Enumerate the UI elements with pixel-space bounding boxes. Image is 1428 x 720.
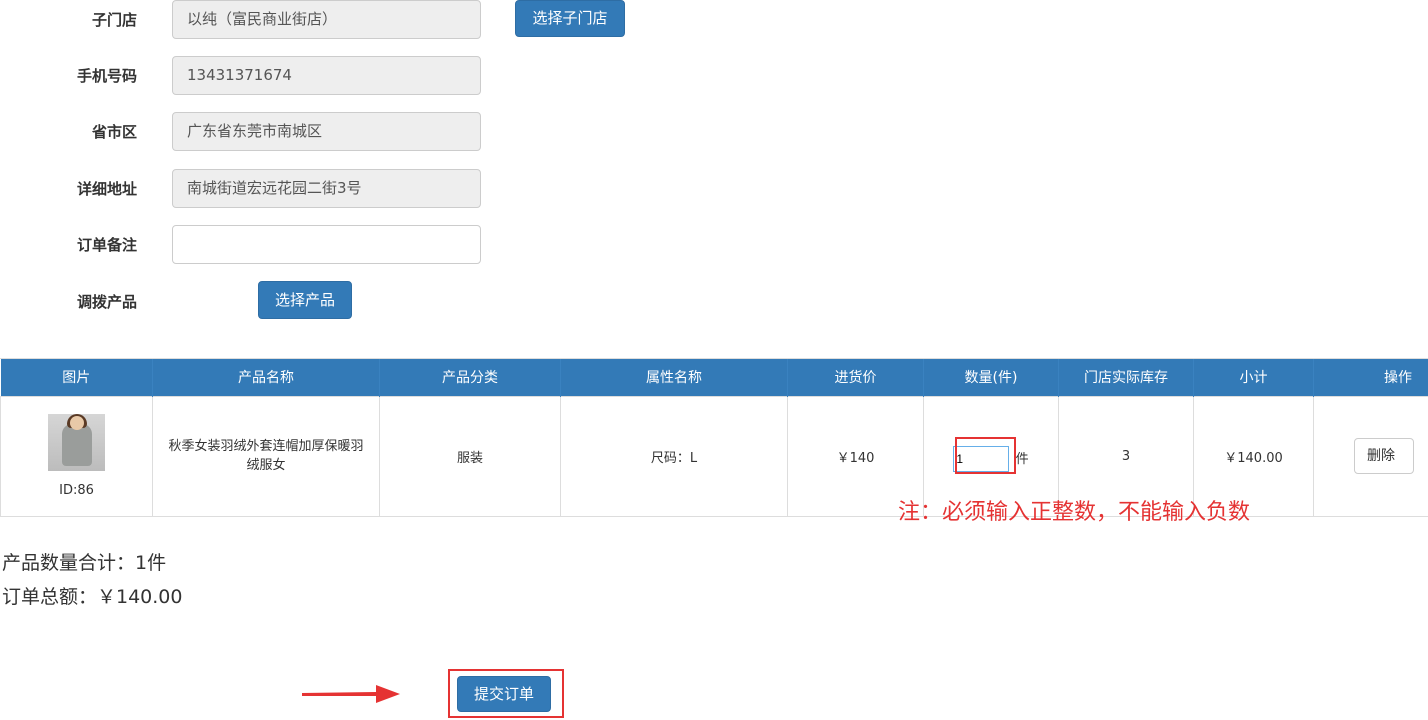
- region-label: 省市区: [91, 123, 137, 141]
- form-row-region: 省市区 广东省东莞市南城区: [0, 112, 700, 152]
- annotation-note: 注：必须输入正整数，不能输入负数: [898, 500, 1251, 525]
- header-attribute: 属性名称: [560, 359, 788, 396]
- table-header-row: 图片 产品名称 产品分类 属性名称 进货价 数量(件) 门店实际库存 小计 操作: [0, 359, 1428, 396]
- header-subtotal: 小计: [1193, 359, 1314, 396]
- header-quantity: 数量(件): [923, 359, 1059, 396]
- sub-store-label: 子门店: [91, 11, 137, 29]
- cell-attribute: 尺码：L: [560, 395, 788, 517]
- address-input[interactable]: 南城街道宏远花园二街3号: [172, 169, 481, 208]
- remark-label: 订单备注: [76, 236, 137, 254]
- total-quantity: 产品数量合计：1件: [2, 552, 167, 574]
- header-stock: 门店实际库存: [1058, 359, 1194, 396]
- header-product-name: 产品名称: [152, 359, 380, 396]
- select-sub-store-button[interactable]: 选择子门店: [515, 0, 625, 37]
- submit-order-button[interactable]: 提交订单: [457, 676, 551, 712]
- total-amount: 订单总额：￥140.00: [2, 586, 183, 608]
- address-label: 详细地址: [76, 180, 137, 198]
- product-name: 秋季女装羽绒外套连帽加厚保暖羽绒服女: [168, 439, 364, 473]
- cell-image: ID:86: [0, 395, 153, 517]
- header-image: 图片: [0, 359, 153, 396]
- product-id: ID:86: [59, 483, 94, 498]
- header-action: 操作: [1313, 359, 1428, 396]
- quantity-unit: 件: [1015, 452, 1029, 467]
- region-input[interactable]: 广东省东莞市南城区: [172, 112, 481, 151]
- cell-product-name: 秋季女装羽绒外套连帽加厚保暖羽绒服女: [152, 395, 380, 517]
- header-price: 进货价: [787, 359, 924, 396]
- cell-category: 服装: [379, 395, 561, 517]
- select-product-button[interactable]: 选择产品: [258, 281, 352, 319]
- form-row-address: 详细地址 南城街道宏远花园二街3号: [0, 169, 700, 209]
- sub-store-input[interactable]: 以纯（富民商业街店）: [172, 0, 481, 39]
- phone-input[interactable]: 13431371674: [172, 56, 481, 95]
- arrow-right-icon: [302, 685, 400, 703]
- header-category: 产品分类: [379, 359, 561, 396]
- form-row-phone: 手机号码 13431371674: [0, 56, 700, 96]
- quantity-highlight-box: [955, 437, 1016, 474]
- product-table: 图片 产品名称 产品分类 属性名称 进货价 数量(件) 门店实际库存 小计 操作…: [0, 358, 1428, 517]
- product-image: [48, 414, 105, 471]
- remark-input[interactable]: [172, 225, 481, 264]
- form-row-remark: 订单备注: [0, 225, 700, 265]
- product-label: 调拨产品: [76, 293, 137, 311]
- cell-action: 删除: [1313, 395, 1428, 517]
- delete-button[interactable]: 删除: [1354, 438, 1414, 474]
- form-row-product: 调拨产品 选择产品: [0, 281, 700, 321]
- phone-label: 手机号码: [76, 67, 137, 85]
- form-row-sub-store: 子门店 以纯（富民商业街店） 选择子门店: [0, 0, 700, 40]
